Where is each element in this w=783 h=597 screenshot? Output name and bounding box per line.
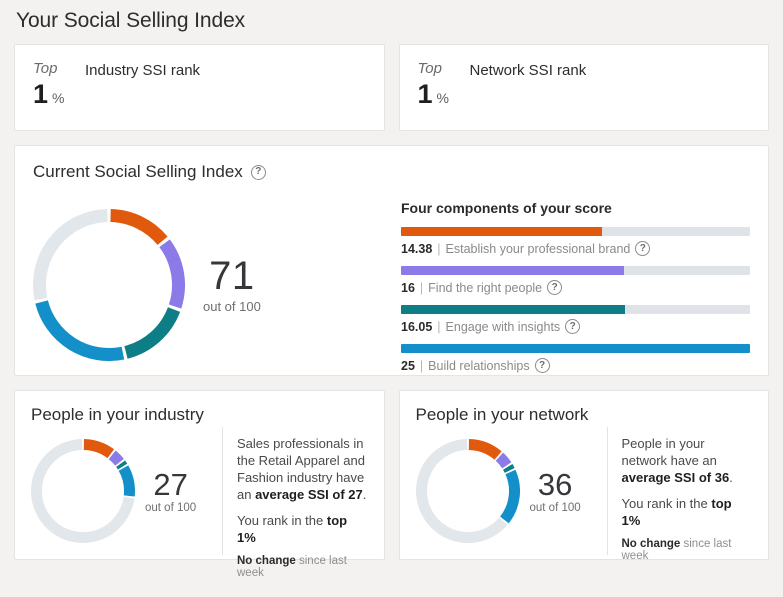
current-ssi-donut-area: 71 out of 100 (33, 186, 401, 383)
rank-value: 1 (418, 79, 433, 109)
components-title: Four components of your score (401, 200, 750, 216)
rank-label: Network SSI rank (470, 59, 587, 80)
component-separator: | (420, 359, 423, 373)
component-value: 25 (401, 359, 415, 373)
people-industry-score-block: 27 out of 100 (145, 468, 196, 514)
component-row: 14.38 | Establish your professional brand? (401, 227, 750, 256)
component-meta: 25 | Build relationships? (401, 358, 750, 373)
component-bar-list: 14.38 | Establish your professional brand?… (401, 227, 750, 373)
page-title: Your Social Selling Index (14, 0, 769, 44)
desc-after: . (363, 487, 367, 502)
desc-after: . (729, 470, 733, 485)
component-separator: | (437, 242, 440, 256)
people-industry-description: Sales professionals in the Retail Appare… (237, 435, 368, 503)
people-in-your-industry-card: People in your industry 27 out of 100 Sa… (14, 390, 385, 560)
desc-bold: average SSI of 36 (622, 470, 730, 485)
rank-before: You rank in the (237, 513, 327, 528)
current-ssi-donut (33, 209, 185, 361)
people-network-title: People in your network (416, 405, 753, 425)
component-meta: 16 | Find the right people? (401, 280, 750, 295)
component-row: 16 | Find the right people? (401, 266, 750, 295)
network-ssi-rank-card: Top 1 % Network SSI rank (399, 44, 770, 131)
people-industry-change: No change since last week (237, 555, 368, 579)
help-circle-icon[interactable]: ? (251, 165, 266, 180)
help-circle-icon[interactable]: ? (565, 319, 580, 334)
component-meta: 16.05 | Engage with insights? (401, 319, 750, 334)
rank-card-row: Top 1 % Industry SSI rank Top 1 % (14, 44, 769, 131)
rank-unit: % (52, 90, 64, 106)
current-ssi-score-sub: out of 100 (203, 299, 261, 314)
ssi-dashboard: Your Social Selling Index Top 1 % Indust… (0, 0, 783, 597)
rank-prefix: Top (418, 59, 470, 78)
component-row: 25 | Build relationships? (401, 344, 750, 373)
current-ssi-card: Current Social Selling Index ? 71 out of… (14, 145, 769, 376)
rank-before: You rank in the (622, 496, 712, 511)
component-bar-fill (401, 266, 624, 275)
component-label: Establish your professional brand (446, 242, 631, 256)
component-value: 16 (401, 281, 415, 295)
rank-unit: % (437, 90, 449, 106)
people-network-description: People in your network have an average S… (622, 435, 753, 486)
people-industry-score: 27 (145, 468, 196, 501)
component-row: 16.05 | Engage with insights? (401, 305, 750, 334)
component-bar-track (401, 305, 750, 314)
people-network-change: No change since last week (622, 538, 753, 562)
people-in-your-network-card: People in your network 36 out of 100 Peo… (399, 390, 770, 560)
component-label: Engage with insights (446, 320, 561, 334)
component-bar-track (401, 344, 750, 353)
change-bold: No change (622, 538, 681, 550)
component-bar-fill (401, 227, 602, 236)
rank-value: 1 (33, 79, 48, 109)
rank-prefix: Top (33, 59, 85, 78)
desc-bold: average SSI of 27 (255, 487, 363, 502)
people-in-your-industry-donut (31, 439, 135, 543)
people-industry-title: People in your industry (31, 405, 368, 425)
help-circle-icon[interactable]: ? (635, 241, 650, 256)
people-industry-rank: You rank in the top 1% (237, 512, 368, 546)
component-value: 16.05 (401, 320, 432, 334)
current-ssi-score: 71 (203, 255, 261, 297)
current-ssi-title: Current Social Selling Index (33, 162, 243, 182)
industry-ssi-rank-card: Top 1 % Industry SSI rank (14, 44, 385, 131)
people-network-rank: You rank in the top 1% (622, 495, 753, 529)
people-network-score-sub: out of 100 (530, 502, 581, 514)
people-network-score-block: 36 out of 100 (530, 468, 581, 514)
component-bar-fill (401, 305, 625, 314)
component-value: 14.38 (401, 242, 432, 256)
people-card-row: People in your industry 27 out of 100 Sa… (14, 390, 769, 560)
people-in-your-network-donut (416, 439, 520, 543)
desc-before: People in your network have an (622, 436, 717, 468)
people-network-score: 36 (530, 468, 581, 501)
component-bar-fill (401, 344, 750, 353)
component-separator: | (437, 320, 440, 334)
component-separator: | (420, 281, 423, 295)
component-meta: 14.38 | Establish your professional brand? (401, 241, 750, 256)
rank-label: Industry SSI rank (85, 59, 200, 80)
change-bold: No change (237, 555, 296, 567)
component-bar-track (401, 266, 750, 275)
help-circle-icon[interactable]: ? (535, 358, 550, 373)
component-label: Find the right people (428, 281, 542, 295)
component-label: Build relationships (428, 359, 529, 373)
current-ssi-score-block: 71 out of 100 (203, 255, 261, 314)
component-bar-track (401, 227, 750, 236)
help-circle-icon[interactable]: ? (547, 280, 562, 295)
people-industry-score-sub: out of 100 (145, 502, 196, 514)
four-components-panel: Four components of your score 14.38 | Esta… (401, 186, 750, 383)
